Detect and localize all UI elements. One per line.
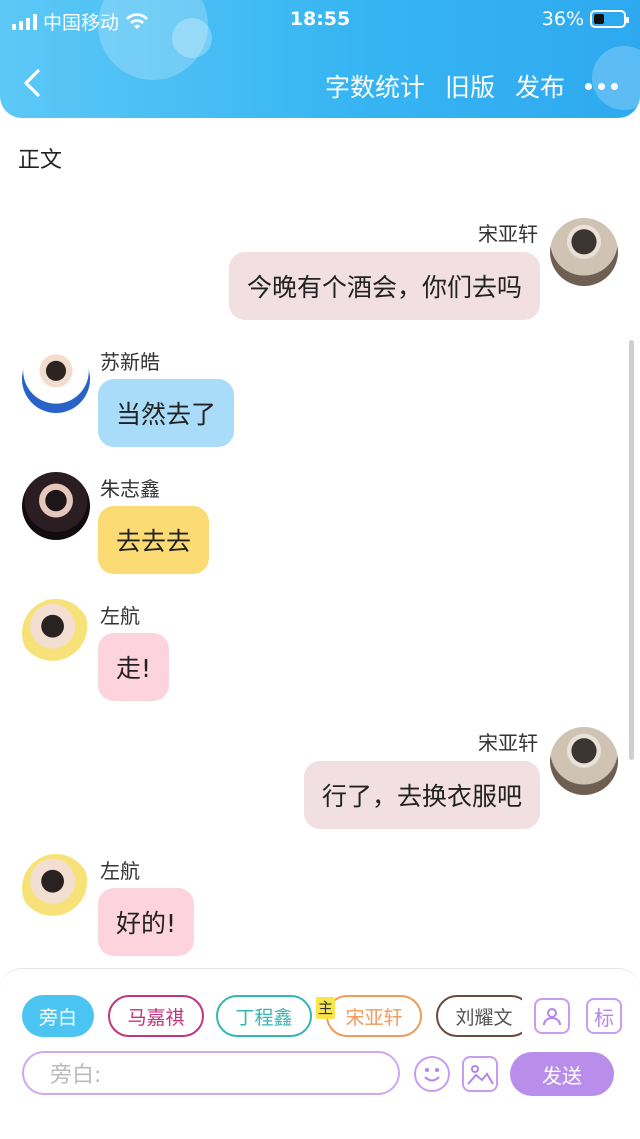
emoji-button[interactable] <box>414 1056 450 1092</box>
role-selector: 旁白 马嘉祺 丁程鑫 宋亚轩 刘耀文 <box>22 995 522 1039</box>
message-bubble[interactable]: 当然去了 <box>98 379 235 447</box>
message-bubble[interactable]: 去去去 <box>98 506 210 574</box>
host-badge: 主 <box>316 997 336 1019</box>
role-chip[interactable]: 丁程鑫 <box>216 995 312 1037</box>
old-version-button[interactable]: 旧版 <box>445 68 495 104</box>
image-icon <box>467 1065 494 1085</box>
role-chip[interactable]: 宋亚轩 <box>326 995 422 1037</box>
message-bubble[interactable]: 今晚有个酒会，你们去吗 <box>228 252 540 320</box>
sender-name: 宋亚轩 <box>478 222 538 246</box>
publish-button[interactable]: 发布 <box>515 68 565 104</box>
role-chip[interactable]: 马嘉祺 <box>108 995 204 1037</box>
message-bubble[interactable]: 走! <box>98 633 170 701</box>
word-count-button[interactable]: 字数统计 <box>325 68 425 104</box>
avatar[interactable] <box>22 854 90 922</box>
avatar[interactable] <box>22 599 90 667</box>
status-bar: 中国移动 18:55 36% <box>0 6 640 34</box>
avatar[interactable] <box>22 472 90 540</box>
message-bubble[interactable]: 好的! <box>98 888 195 956</box>
emoji-icon <box>424 1068 440 1082</box>
sender-name: 宋亚轩 <box>478 731 538 755</box>
send-button[interactable]: 发送 <box>510 1052 614 1096</box>
sender-name: 左航 <box>100 604 140 628</box>
top-header: 中国移动 18:55 36% 字数统计 旧版 发布 <box>0 0 640 118</box>
avatar[interactable] <box>550 727 618 795</box>
avatar[interactable] <box>22 345 90 413</box>
message-bubble[interactable]: 行了，去换衣服吧 <box>303 761 540 829</box>
person-icon <box>543 1008 561 1026</box>
sender-name: 苏新皓 <box>100 350 160 374</box>
role-chip-narration[interactable]: 旁白 <box>22 995 94 1037</box>
battery-icon <box>590 10 629 28</box>
role-chip[interactable]: 刘耀文 <box>436 995 522 1037</box>
sender-name: 左航 <box>100 859 140 883</box>
nav-bar: 字数统计 旧版 发布 <box>0 58 640 110</box>
scrollbar[interactable] <box>629 340 634 760</box>
avatar[interactable] <box>550 218 618 286</box>
battery-percent: 36% <box>541 8 584 30</box>
sender-name: 朱志鑫 <box>100 477 160 501</box>
image-button[interactable] <box>462 1056 498 1092</box>
tag-button[interactable]: 标 <box>586 998 622 1034</box>
message-input[interactable]: 旁白: <box>22 1051 400 1095</box>
back-arrow-icon[interactable] <box>18 68 48 98</box>
more-icon[interactable] <box>585 82 618 90</box>
section-title: 正文 <box>18 148 63 173</box>
character-manage-button[interactable] <box>534 998 570 1034</box>
